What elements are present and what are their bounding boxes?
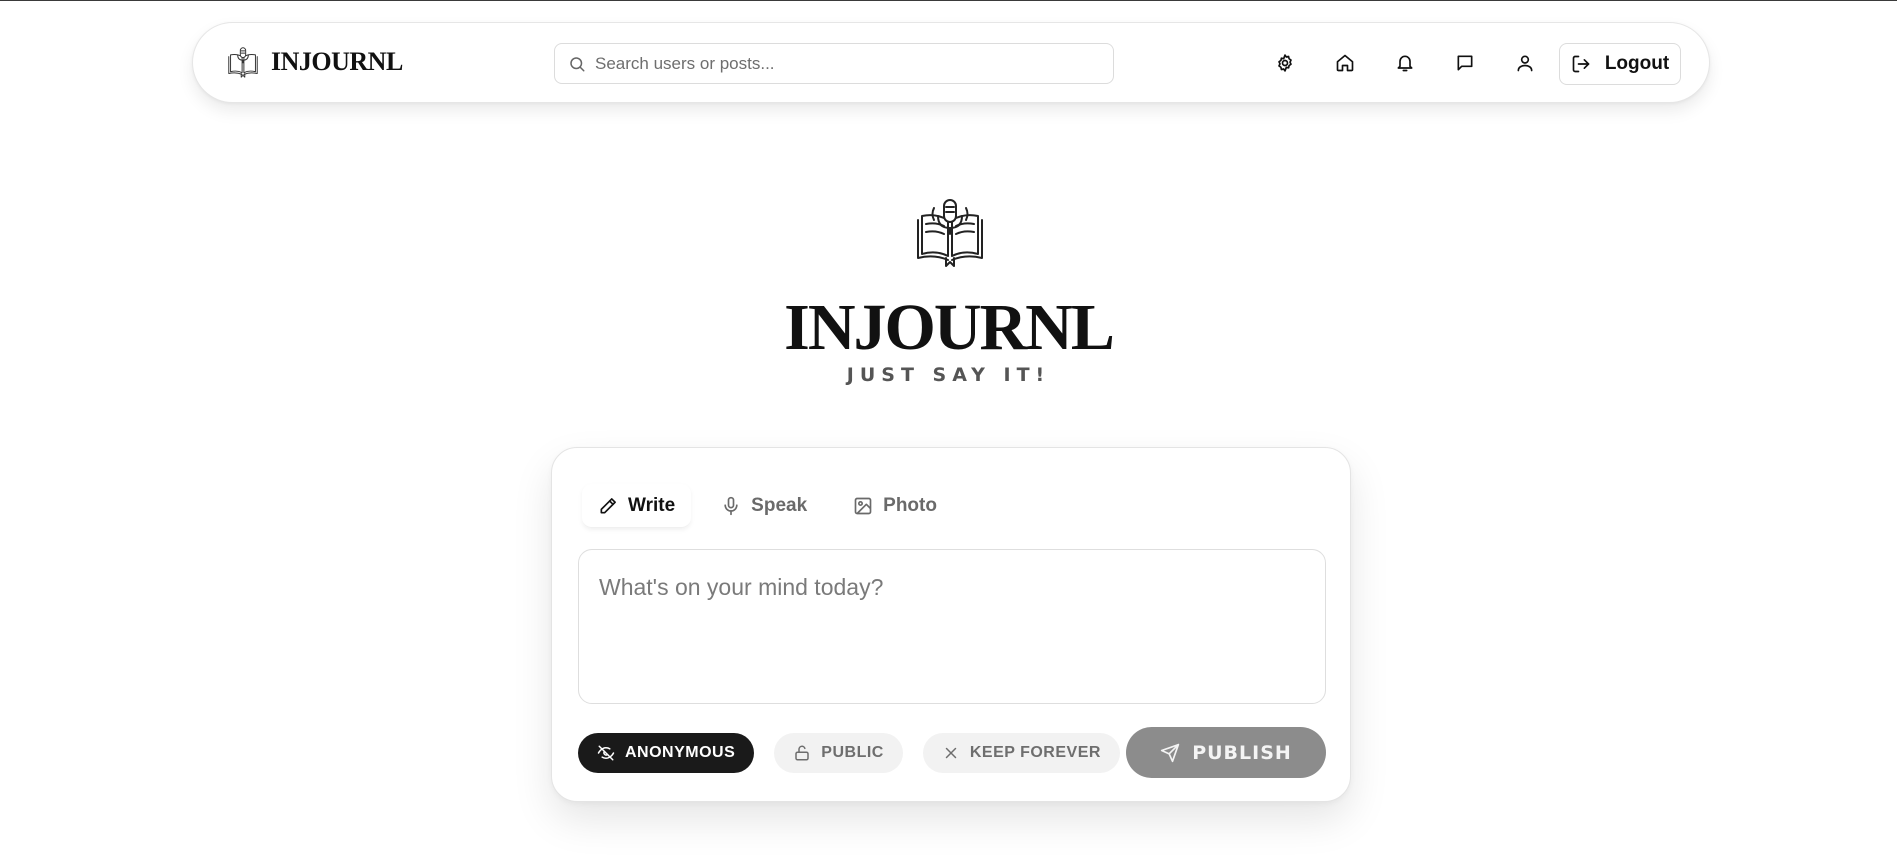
logout-icon <box>1571 54 1591 74</box>
unlock-icon <box>793 744 811 762</box>
public-toggle[interactable]: PUBLIC <box>774 733 903 773</box>
image-icon <box>853 496 873 516</box>
keep-forever-label: KEEP FOREVER <box>969 744 1101 761</box>
book-microphone-icon <box>227 46 259 78</box>
tab-write-label: Write <box>628 494 676 516</box>
notifications-button[interactable] <box>1385 43 1425 83</box>
tab-speak[interactable]: Speak <box>705 484 823 528</box>
search-icon <box>568 55 586 73</box>
logout-button[interactable]: Logout <box>1559 43 1681 85</box>
publish-label: PUBLISH <box>1192 741 1292 764</box>
anonymous-toggle[interactable]: ANONYMOUS <box>578 733 755 773</box>
brand-name: INJOURNL <box>271 47 403 76</box>
nav-icons <box>1265 43 1545 83</box>
close-icon <box>942 744 960 762</box>
hero-logo <box>914 196 986 268</box>
tab-write[interactable]: Write <box>582 484 692 528</box>
home-button[interactable] <box>1325 43 1365 83</box>
tab-photo-label: Photo <box>883 495 937 516</box>
search-bar[interactable] <box>554 43 1114 84</box>
book-microphone-icon <box>914 196 986 268</box>
keep-forever-toggle[interactable]: KEEP FOREVER <box>922 733 1120 773</box>
eye-off-icon <box>597 744 615 762</box>
bell-icon <box>1395 53 1415 73</box>
send-icon <box>1160 743 1180 763</box>
public-label: PUBLIC <box>821 744 884 761</box>
post-composer: Write Speak Photo What's on your mind to… <box>551 447 1351 802</box>
settings-button[interactable] <box>1265 43 1305 83</box>
hero-tagline: JUST SAY IT! <box>846 364 1051 386</box>
publish-button[interactable]: PUBLISH <box>1126 727 1326 778</box>
tab-speak-label: Speak <box>751 495 808 516</box>
message-icon <box>1455 53 1475 73</box>
home-icon <box>1335 53 1355 73</box>
gear-icon <box>1275 53 1295 73</box>
post-options: ANONYMOUS PUBLIC KEEP FOREVER <box>578 733 1120 773</box>
user-icon <box>1515 53 1535 73</box>
search-input[interactable] <box>595 44 1113 83</box>
pencil-icon <box>598 496 618 516</box>
tab-photo[interactable]: Photo <box>837 484 953 528</box>
logout-label: Logout <box>1604 53 1670 74</box>
anonymous-label: ANONYMOUS <box>625 744 736 761</box>
hero-title: INJOURNL <box>784 291 1115 364</box>
composer-tabs: Write Speak Photo <box>582 484 953 528</box>
messages-button[interactable] <box>1445 43 1485 83</box>
profile-button[interactable] <box>1505 43 1545 83</box>
brand[interactable]: INJOURNL <box>227 46 403 78</box>
post-textarea[interactable] <box>578 549 1326 704</box>
microphone-icon <box>721 496 741 516</box>
top-navigation-bar: INJOURNL Search users or posts... Logout <box>192 22 1710 103</box>
